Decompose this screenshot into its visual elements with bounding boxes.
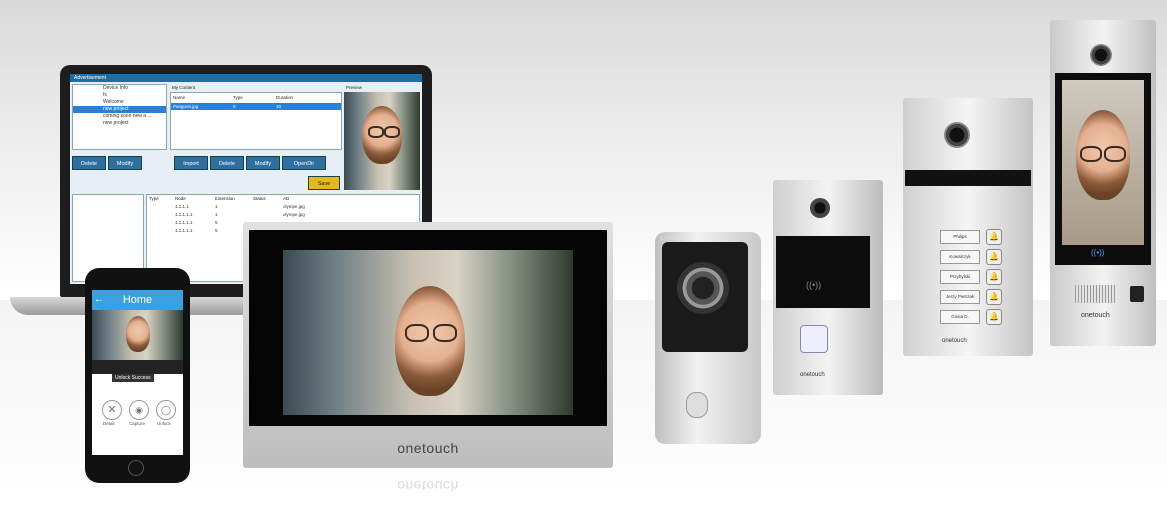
list-item[interactable]: new project <box>73 120 166 127</box>
modify-button[interactable]: Modify <box>246 156 280 170</box>
rfid-icon: ((•)) <box>1091 248 1105 257</box>
list-item[interactable]: Device Info <box>73 85 166 92</box>
bell-icon[interactable]: 🔔 <box>986 229 1002 245</box>
column-header: Status <box>253 196 266 201</box>
status-toast: Unlock Success <box>112 374 154 382</box>
speaker-grille <box>1075 285 1115 303</box>
back-arrow-icon[interactable]: ← <box>94 294 104 305</box>
detail-icon[interactable]: ✕ <box>102 400 122 420</box>
bell-icon[interactable]: 🔔 <box>986 249 1002 265</box>
rfid-icon: ((•)) <box>806 280 822 290</box>
resident-name[interactable]: Gosia D. <box>940 310 980 324</box>
import-button[interactable]: Import <box>174 156 208 170</box>
station-brand-logo: onetouch <box>660 236 685 242</box>
column-header: Node <box>175 196 186 201</box>
unlock-label: Unlock <box>157 421 171 426</box>
table-row[interactable]: Pangoon.jpg 0 10 <box>171 103 341 110</box>
capture-icon[interactable]: ◉ <box>129 400 149 420</box>
card-reader-panel <box>776 236 870 308</box>
resident-name[interactable]: Przybylski <box>940 270 980 284</box>
bell-icon[interactable]: 🔔 <box>986 269 1002 285</box>
monitor-video <box>283 250 573 415</box>
window-title: Advertisement <box>70 74 422 82</box>
phone-video <box>92 310 183 360</box>
camera-module <box>790 196 850 220</box>
monitor-brand-logo: onetouch <box>397 440 459 456</box>
content-header: My Content <box>172 85 196 90</box>
camera-lens-icon <box>944 122 970 148</box>
fingerprint-sensor-icon[interactable] <box>1130 286 1144 302</box>
list-item[interactable]: coming soon new a ... <box>73 113 166 120</box>
modify-button[interactable]: Modify <box>108 156 142 170</box>
table-row[interactable]: 1.1.1.1 1 olympe.jpg <box>147 203 419 211</box>
file-table[interactable]: Name Type Duration Pangoon.jpg 0 10 <box>170 92 342 150</box>
detail-label: Detail <box>103 421 115 426</box>
delete-button[interactable]: Delete <box>210 156 244 170</box>
list-item[interactable]: Welcome <box>73 99 166 106</box>
phone-screen: Home ← Unlock Success ✕ ◉ ◯ Detail Captu… <box>92 290 183 455</box>
home-button[interactable] <box>128 460 144 476</box>
preview-image <box>344 92 420 190</box>
resident-name[interactable]: Kowalczyk <box>940 250 980 264</box>
delete-button[interactable]: Delete <box>72 156 106 170</box>
monitor-reflection: onetouch <box>397 478 459 494</box>
cell-type: 0 <box>233 104 236 109</box>
resident-name[interactable]: Philips <box>940 230 980 244</box>
list-item[interactable]: fs <box>73 92 166 99</box>
unlock-icon[interactable]: ◯ <box>156 400 176 420</box>
status-strip <box>905 170 1031 186</box>
column-header: Extension <box>215 196 235 201</box>
camera-lens-icon <box>677 262 729 314</box>
cell-duration: 10 <box>276 104 282 109</box>
preview-label: Preview <box>346 85 363 90</box>
call-button[interactable] <box>686 392 708 418</box>
save-button[interactable]: Save <box>308 176 340 190</box>
project-list[interactable]: Device Info fs Welcome new project comin… <box>72 84 167 150</box>
station-brand-logo: onetouch <box>942 338 967 344</box>
cell-name: Pangoon.jpg <box>173 104 199 109</box>
station-video <box>1062 80 1144 245</box>
column-header: Duration <box>276 95 294 100</box>
column-header: Name <box>173 95 186 100</box>
bell-button-icon[interactable] <box>800 325 828 353</box>
resident-name[interactable]: Jerzy Pietrzak <box>940 290 980 304</box>
phone-controls <box>92 360 183 374</box>
open-dir-button[interactable]: OpenDir <box>282 156 326 170</box>
bell-icon[interactable]: 🔔 <box>986 289 1002 305</box>
station-brand-logo: onetouch <box>1081 312 1110 319</box>
phone-title: Home <box>92 290 183 310</box>
table-row[interactable]: 1.1.1.1.1 1 olympe.jpg <box>147 211 419 219</box>
list-item[interactable]: new project <box>73 106 166 113</box>
bell-icon[interactable]: 🔔 <box>986 309 1002 325</box>
capture-label: Capture <box>129 421 146 426</box>
camera-lens-icon <box>1090 44 1112 66</box>
column-header: Type <box>233 95 243 100</box>
column-header: Type <box>149 196 159 201</box>
station-brand-logo: onetouch <box>800 372 825 378</box>
column-header: AD <box>283 196 290 201</box>
